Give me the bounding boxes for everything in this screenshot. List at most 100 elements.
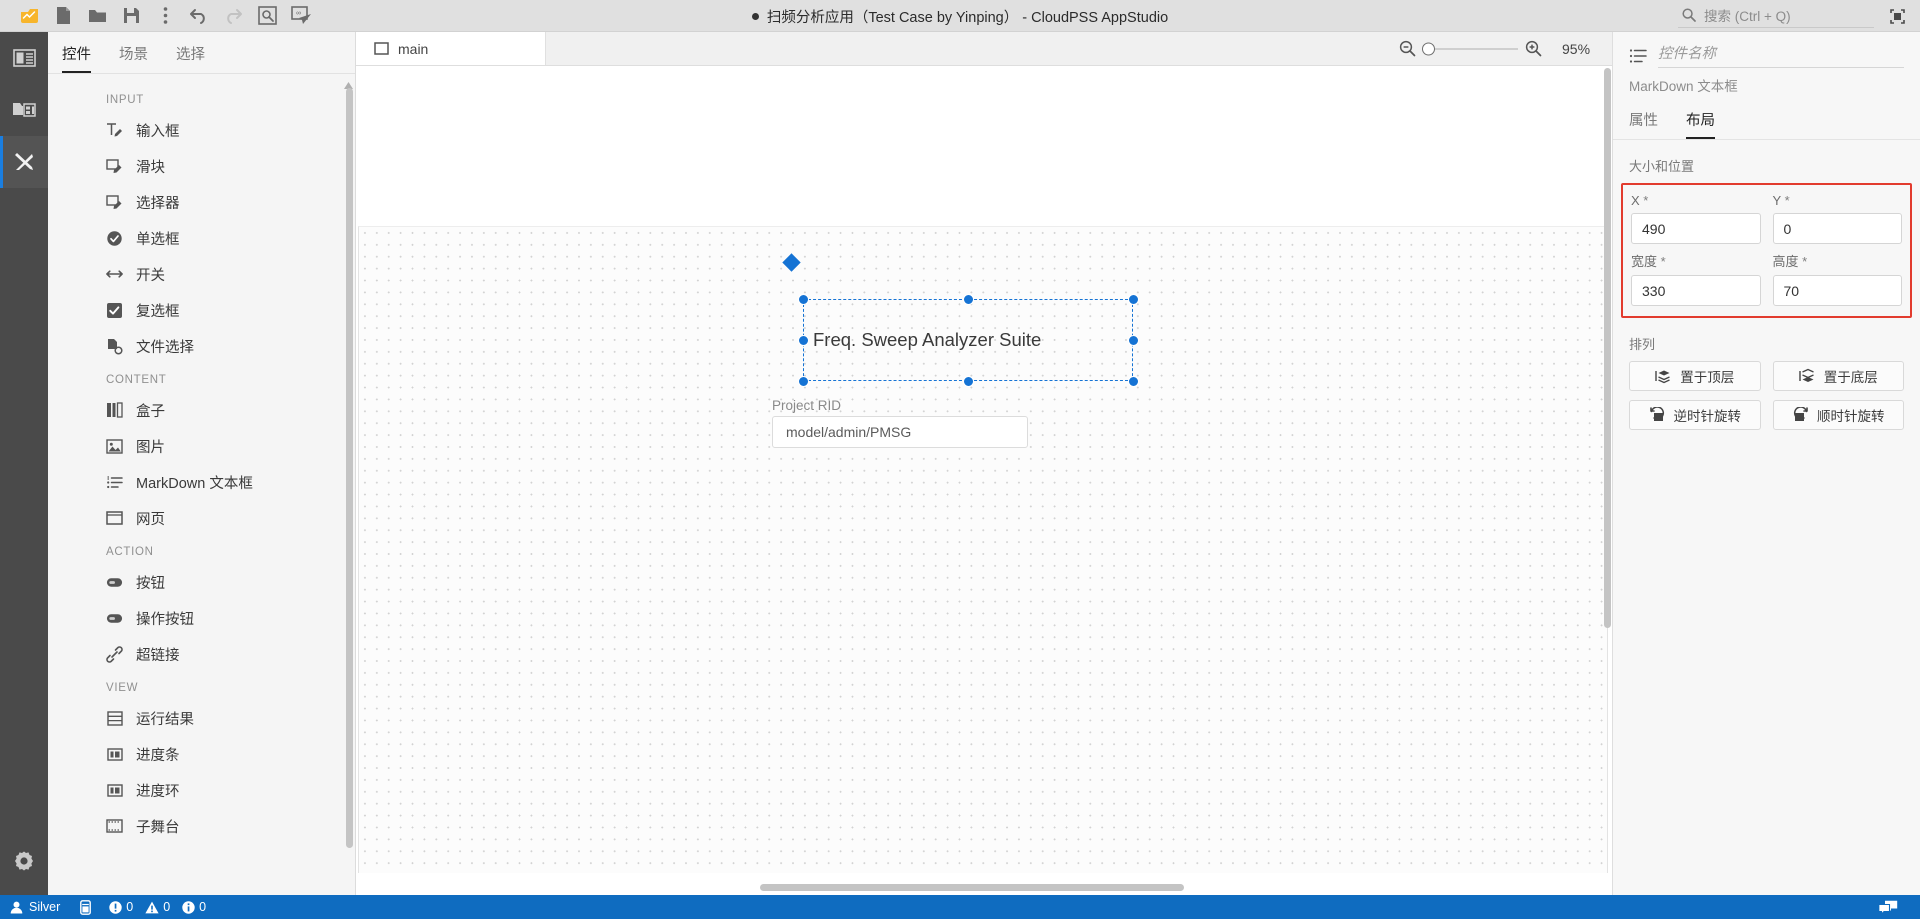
status-feedback[interactable]: [1868, 895, 1908, 919]
more-options-icon[interactable]: [148, 1, 182, 31]
palette-item-link[interactable]: 超链接: [48, 636, 355, 672]
palette-item-webpage[interactable]: 网页: [48, 500, 355, 536]
scroll-up-arrow-icon[interactable]: [344, 76, 353, 89]
palette-item-label: 操作按钮: [136, 611, 194, 628]
new-file-icon[interactable]: [46, 1, 80, 31]
markdown-icon: [106, 474, 123, 491]
palette-item-progress-bar[interactable]: 进度条: [48, 736, 355, 772]
resize-handle-w[interactable]: [797, 334, 809, 346]
arrange-button-label: 顺时针旋转: [1817, 409, 1885, 424]
palette-item-image[interactable]: 图片: [48, 428, 355, 464]
palette-item-markdown[interactable]: MarkDown 文本框: [48, 464, 355, 500]
rotate-cw-icon: [1793, 407, 1808, 421]
y-field[interactable]: [1772, 213, 1902, 244]
rail-bottom-group: [0, 835, 48, 887]
tab-layout[interactable]: 布局: [1686, 109, 1715, 139]
size-position-group: X * Y * 宽度 * 高度 *: [1621, 183, 1912, 318]
title-bar: ∞ 扫频分析应用（Test Case by Yinping） - CloudPS…: [0, 0, 1920, 32]
slider-icon: [106, 158, 123, 175]
palette-item-progress-ring[interactable]: 进度环: [48, 772, 355, 808]
palette-item-button[interactable]: 按钮: [48, 564, 355, 600]
layout-icon: [12, 49, 36, 67]
project-rid-field[interactable]: model/admin/PMSG: [772, 416, 1028, 448]
palette-item-file-picker[interactable]: 文件选择: [48, 328, 355, 364]
inspector-tabs: 属性 布局: [1613, 95, 1920, 140]
status-error-count[interactable]: 0: [109, 900, 133, 914]
palette-item-select[interactable]: 选择器: [48, 184, 355, 220]
search-box[interactable]: 搜索 (Ctrl + Q): [1678, 4, 1874, 28]
palette-item-text-input[interactable]: 输入框: [48, 112, 355, 148]
palette-item-box[interactable]: 盒子: [48, 392, 355, 428]
rail-item-project[interactable]: [0, 32, 48, 84]
tab-properties[interactable]: 属性: [1629, 109, 1658, 139]
x-field-label: X *: [1631, 193, 1649, 208]
tab-widgets[interactable]: 控件: [62, 43, 91, 73]
rotate-cw-button[interactable]: 顺时针旋转: [1772, 400, 1904, 430]
resize-handle-ne[interactable]: [1127, 293, 1139, 305]
x-field-wrapper: X *: [1631, 193, 1761, 244]
status-user[interactable]: Silver: [0, 895, 70, 919]
resize-handle-n[interactable]: [962, 293, 974, 305]
arrange-button-label: 置于底层: [1823, 370, 1878, 385]
palette-item-label: 选择器: [136, 195, 180, 212]
palette-item-switch[interactable]: 开关: [48, 256, 355, 292]
stage-vertical-scrollbar[interactable]: [1604, 68, 1611, 628]
zoom-slider-knob[interactable]: [1422, 42, 1435, 55]
zoom-in-icon[interactable]: [1518, 34, 1548, 64]
status-error-value: 0: [126, 900, 134, 914]
tools-icon: [14, 153, 33, 170]
run-icon[interactable]: ∞: [284, 1, 318, 31]
palette-item-label: 开关: [136, 267, 165, 284]
y-field-label: Y *: [1772, 193, 1790, 208]
preview-icon[interactable]: [250, 1, 284, 31]
stage-horizontal-scrollbar[interactable]: [760, 884, 1184, 891]
tab-scenes[interactable]: 场景: [119, 43, 148, 73]
palette-item-label: 滑块: [136, 159, 165, 176]
save-icon[interactable]: [114, 1, 148, 31]
zoom-slider[interactable]: [1422, 34, 1518, 64]
palette-item-checkbox[interactable]: 复选框: [48, 292, 355, 328]
canvas-stage[interactable]: Project RID model/admin/PMSG Freq. Sweep…: [356, 66, 1612, 895]
resize-handle-nw[interactable]: [797, 293, 809, 305]
progress-ring-icon: [106, 782, 123, 799]
svg-text:∞: ∞: [296, 10, 301, 17]
palette-item-result[interactable]: 运行结果: [48, 700, 355, 736]
rail-item-designer[interactable]: [0, 136, 48, 188]
palette-item-radio[interactable]: 单选框: [48, 220, 355, 256]
file-picker-icon: [106, 338, 123, 355]
palette-scrollbar[interactable]: [346, 88, 353, 848]
status-device[interactable]: [70, 895, 101, 919]
resize-handle-s[interactable]: [962, 375, 974, 387]
palette-item-label: 运行结果: [136, 711, 194, 728]
widget-name-input[interactable]: [1658, 44, 1904, 68]
image-icon: [106, 438, 123, 455]
height-field[interactable]: [1772, 275, 1902, 306]
x-field[interactable]: [1631, 213, 1761, 244]
width-field[interactable]: [1631, 275, 1761, 306]
palette-group-input: INPUT: [106, 94, 144, 106]
status-warning-count[interactable]: 0: [145, 900, 170, 914]
open-folder-icon[interactable]: [80, 1, 114, 31]
canvas-tab-main[interactable]: main: [356, 32, 546, 65]
canvas-tab-bar: main 95%: [356, 32, 1612, 66]
send-to-back-button[interactable]: 置于底层: [1772, 361, 1904, 391]
bring-to-front-button[interactable]: 置于顶层: [1629, 361, 1761, 391]
rail-item-resources[interactable]: [0, 84, 48, 136]
undo-icon[interactable]: [182, 1, 216, 31]
selected-markdown-widget[interactable]: Freq. Sweep Analyzer Suite: [782, 253, 1139, 387]
maximize-icon[interactable]: [1884, 3, 1910, 29]
palette-item-substage[interactable]: 子舞台: [48, 808, 355, 844]
zoom-slider-track: [1422, 47, 1518, 50]
resize-handle-sw[interactable]: [797, 375, 809, 387]
palette-item-action-button[interactable]: 操作按钮: [48, 600, 355, 636]
rotate-ccw-button[interactable]: 逆时针旋转: [1629, 400, 1761, 430]
tab-select[interactable]: 选择: [176, 43, 205, 73]
palette-item-slider[interactable]: 滑块: [48, 148, 355, 184]
resize-handle-se[interactable]: [1127, 375, 1139, 387]
rail-item-settings[interactable]: [0, 835, 48, 887]
markdown-icon: [1629, 49, 1647, 63]
zoom-out-icon[interactable]: [1392, 34, 1422, 64]
warning-icon: [145, 901, 159, 913]
resize-handle-e[interactable]: [1127, 334, 1139, 346]
status-info-count[interactable]: 0: [182, 900, 206, 914]
